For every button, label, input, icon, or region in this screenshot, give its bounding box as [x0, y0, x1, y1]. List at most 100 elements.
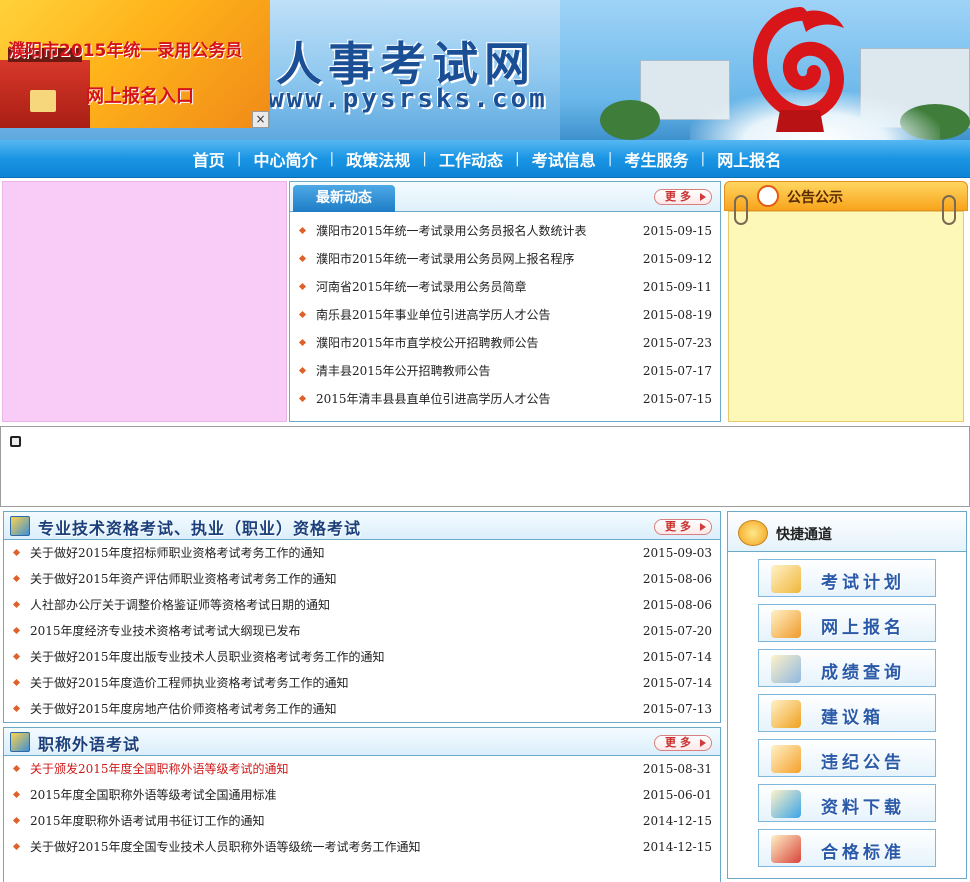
- list-item: 清丰县2015年公开招聘教师公告 2015-07-17: [290, 357, 720, 385]
- language-exam-more-button[interactable]: 更多: [654, 735, 712, 751]
- book-icon: [10, 732, 30, 752]
- list-item: 关于做好2015年度招标师职业资格考试考务工作的通知 2015-09-03: [4, 540, 720, 566]
- notice-panel: 公告公示: [724, 181, 968, 422]
- flag-icon: [738, 520, 768, 546]
- latest-news-more-button[interactable]: 更多: [654, 189, 712, 205]
- notice-title: 公告公示: [787, 190, 843, 206]
- latest-news-list: 濮阳市2015年统一考试录用公务员报名人数统计表 2015-09-15 濮阳市201…: [290, 212, 720, 413]
- language-exam-panel: 职称外语考试 更多 关于颁发2015年度全国职称外语等级考试的通知 2015-08…: [3, 727, 721, 882]
- bullet-icon: [12, 704, 21, 713]
- bullet-icon: [298, 310, 307, 319]
- nav-item-candidate-service[interactable]: 考生服务: [612, 147, 700, 171]
- news-date: 2015-09-12: [642, 252, 712, 266]
- bullet-icon: [298, 226, 307, 235]
- notice-board-icon: [771, 745, 801, 773]
- news-date: 2015-07-15: [642, 392, 712, 406]
- bullet-icon: [12, 842, 21, 851]
- tree-image: [600, 100, 660, 140]
- language-exam-title: 职称外语考试: [38, 735, 141, 754]
- nav-item-exam-info[interactable]: 考试信息: [520, 147, 608, 171]
- news-date: 2015-07-13: [642, 702, 712, 716]
- book-icon: [10, 516, 30, 536]
- news-date: 2015-08-06: [642, 598, 712, 612]
- news-link[interactable]: 关于做好2015年度全国专业技术人员职称外语等级统一考试考务工作通知: [30, 834, 421, 860]
- news-link[interactable]: 关于做好2015年度出版专业技术人员职业资格考试考务工作的通知: [30, 644, 385, 670]
- news-link[interactable]: 河南省2015年统一考试录用公务员简章: [316, 273, 527, 301]
- bullet-icon: [12, 600, 21, 609]
- news-link[interactable]: 濮阳市2015年统一考试录用公务员网上报名程序: [316, 245, 575, 273]
- quick-button[interactable]: 合格标准: [758, 829, 936, 867]
- news-date: 2015-07-14: [642, 650, 712, 664]
- pencil-check-icon: [771, 565, 801, 593]
- news-link[interactable]: 2015年清丰县县直单位引进高学历人才公告: [316, 385, 551, 413]
- nav-item-home[interactable]: 首页: [181, 147, 237, 171]
- news-link[interactable]: 清丰县2015年公开招聘教师公告: [316, 357, 491, 385]
- ad-close-button[interactable]: ×: [252, 111, 269, 128]
- news-link[interactable]: 关于做好2015年资产评估师职业资格考试考务工作的通知: [30, 566, 337, 592]
- list-item: 关于做好2015年资产评估师职业资格考试考务工作的通知 2015-08-06: [4, 566, 720, 592]
- phoenix-logo-icon: [753, 7, 844, 132]
- news-link[interactable]: 关于做好2015年度造价工程师执业资格考试考务工作的通知: [30, 670, 349, 696]
- quick-button-label: 成绩查询: [821, 663, 905, 683]
- news-link[interactable]: 2015年度职称外语考试用书征订工作的通知: [30, 808, 265, 834]
- broken-image-icon: [10, 436, 21, 447]
- bullet-icon: [12, 790, 21, 799]
- registration-ad[interactable]: 濮阳市2015年统一录用公务员 网上报名入口: [0, 0, 270, 128]
- quick-button[interactable]: 网上报名: [758, 604, 936, 642]
- quick-button-label: 网上报名: [821, 618, 905, 638]
- ring-icon: [942, 195, 956, 225]
- list-item: 关于做好2015年度造价工程师执业资格考试考务工作的通知 2015-07-14: [4, 670, 720, 696]
- nav-item-online-registration[interactable]: 网上报名: [705, 147, 793, 171]
- news-date: 2015-06-01: [642, 788, 712, 802]
- list-item: 濮阳市2015年市直学校公开招聘教师公告 2015-07-23: [290, 329, 720, 357]
- quick-button[interactable]: 资料下载: [758, 784, 936, 822]
- quick-button[interactable]: 违纪公告: [758, 739, 936, 777]
- latest-news-panel: 最新动态 更多 濮阳市2015年统一考试录用公务员报名人数统计表 2015-09-…: [289, 181, 721, 422]
- professional-exam-more-button[interactable]: 更多: [654, 519, 712, 535]
- news-date: 2015-09-03: [642, 546, 712, 560]
- nav-item-policy[interactable]: 政策法规: [334, 147, 422, 171]
- news-link[interactable]: 关于颁发2015年度全国职称外语等级考试的通知: [30, 756, 289, 782]
- list-item: 2015年度职称外语考试用书征订工作的通知 2014-12-15: [4, 808, 720, 834]
- bullet-icon: [12, 652, 21, 661]
- quick-access-panel: 快捷通道 考试计划 网上报名 成绩查询 建议箱 违纪公告 资料下载 合格标准: [727, 511, 967, 879]
- quick-button[interactable]: 考试计划: [758, 559, 936, 597]
- computer-icon: [771, 610, 801, 638]
- ad-link[interactable]: 网上报名入口: [86, 82, 194, 108]
- download-icon: [771, 790, 801, 818]
- news-link[interactable]: 濮阳市2015年市直学校公开招聘教师公告: [316, 329, 539, 357]
- news-link[interactable]: 2015年度经济专业技术资格考试考试大纲现已发布: [30, 618, 301, 644]
- news-link[interactable]: 人社部办公厅关于调整价格鉴证师等资格考试日期的通知: [30, 592, 330, 618]
- news-date: 2015-08-06: [642, 572, 712, 586]
- language-exam-header: 职称外语考试 更多: [4, 728, 720, 756]
- bullet-icon: [298, 394, 307, 403]
- news-link[interactable]: 关于做好2015年度房地产估价师资格考试考务工作的通知: [30, 696, 337, 722]
- nav-item-about[interactable]: 中心简介: [242, 147, 330, 171]
- page: 人事考试网 www.pysrsks.com 濮阳市2015年统一录用公务员 网上…: [0, 0, 970, 882]
- list-item: 2015年度全国职称外语等级考试全国通用标准 2015-06-01: [4, 782, 720, 808]
- news-date: 2015-07-17: [642, 364, 712, 378]
- bullet-icon: [298, 366, 307, 375]
- quick-button-label: 建议箱: [821, 708, 884, 728]
- quick-button-label: 资料下载: [821, 798, 905, 818]
- quick-button[interactable]: 建议箱: [758, 694, 936, 732]
- bullet-icon: [298, 282, 307, 291]
- news-link[interactable]: 2015年度全国职称外语等级考试全国通用标准: [30, 782, 277, 808]
- banner-strip: [0, 426, 970, 507]
- news-link[interactable]: 南乐县2015年事业单位引进高学历人才公告: [316, 301, 551, 329]
- news-link[interactable]: 关于做好2015年度招标师职业资格考试考务工作的通知: [30, 540, 325, 566]
- quick-button-label: 考试计划: [821, 573, 905, 593]
- list-item: 人社部办公厅关于调整价格鉴证师等资格考试日期的通知 2015-08-06: [4, 592, 720, 618]
- bullet-icon: [298, 254, 307, 263]
- speaker-icon: [757, 185, 779, 207]
- quick-button[interactable]: 成绩查询: [758, 649, 936, 687]
- list-item: 关于做好2015年度全国专业技术人员职称外语等级统一考试考务工作通知 2014-1…: [4, 834, 720, 860]
- bullet-icon: [12, 548, 21, 557]
- language-exam-list: 关于颁发2015年度全国职称外语等级考试的通知 2015-08-31 2015年度全…: [4, 756, 720, 860]
- list-item: 河南省2015年统一考试录用公务员简章 2015-09-11: [290, 273, 720, 301]
- news-link[interactable]: 濮阳市2015年统一考试录用公务员报名人数统计表: [316, 217, 587, 245]
- books-icon: [771, 835, 801, 863]
- news-date: 2015-07-23: [642, 336, 712, 350]
- nav-item-news[interactable]: 工作动态: [427, 147, 515, 171]
- list-item: 关于做好2015年度出版专业技术人员职业资格考试考务工作的通知 2015-07-1…: [4, 644, 720, 670]
